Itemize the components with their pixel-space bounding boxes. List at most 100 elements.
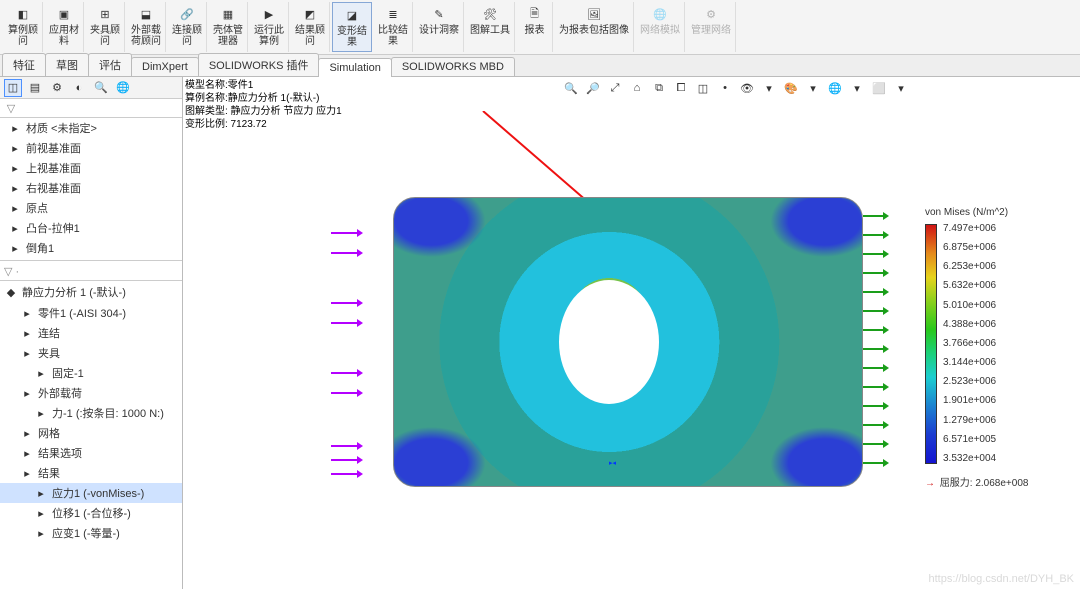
view-tool-11[interactable]: ▾ [804,79,822,97]
tree-item[interactable]: ▸固定-1 [0,363,182,383]
view-tool-15[interactable]: ▾ [892,79,910,97]
ribbon-item-14: 🌐网络模拟 [636,2,685,52]
fixture-arrow-icon [863,424,887,426]
ribbon-item-5[interactable]: ▦壳体管 理器 [209,2,248,52]
ribbon-item-12[interactable]: 🗎报表 [517,2,553,52]
tree-item[interactable]: ▸外部载荷 [0,383,182,403]
view-tool-2[interactable]: ⤢ [606,79,624,97]
stress-plot: ▸◂ [393,197,863,487]
view-tool-9[interactable]: ▾ [760,79,778,97]
fixtures-icon: ▸ [20,346,34,360]
view-tool-8[interactable]: 👁 [738,79,756,97]
graphics-viewport[interactable]: 模型名称:零件1算例名称:静应力分析 1(-默认-)图解类型: 静应力分析 节应… [183,77,1080,589]
view-tool-4[interactable]: ⧉ [650,79,668,97]
view-tool-14[interactable]: ⬜ [870,79,888,97]
legend-tick: 6.571e+005 [943,435,996,445]
fixture-arrow-icon [863,272,887,274]
tree-label: 材质 <未指定> [26,120,97,136]
ribbon-item-7[interactable]: ◩结果顾 问 [291,2,330,52]
view-tool-10[interactable]: 🎨 [782,79,800,97]
view-tool-0[interactable]: 🔍 [562,79,580,97]
view-tool-12[interactable]: 🌐 [826,79,844,97]
tree-label: 右视基准面 [26,180,81,196]
tree-item[interactable]: ▸右视基准面 [0,178,182,198]
material-icon: ▸ [8,121,22,135]
ribbon-item-3[interactable]: ⬓外部载 荷顾问 [127,2,166,52]
tree-item[interactable]: ▸连结 [0,323,182,343]
tab-simulation[interactable]: Simulation [318,58,391,77]
tree-item[interactable]: ▸ 夹具 [0,343,182,363]
tab-评估[interactable]: 评估 [88,53,132,76]
tab-dimxpert[interactable]: DimXpert [131,57,199,76]
view-tool-6[interactable]: ◫ [694,79,712,97]
ribbon-icon: ⬓ [136,4,156,24]
tree-item[interactable]: ▸应力1 (-vonMises-) [0,483,182,503]
fixture-arrow-icon [863,215,887,217]
view-tool-1[interactable]: 🔎 [584,79,602,97]
ribbon-item-1[interactable]: ▣应用材 料 [45,2,84,52]
ribbon-icon: ▶ [259,4,279,24]
ribbon-item-0[interactable]: ◧算例顾 问 [4,2,43,52]
tree-item[interactable]: ▸位移1 (-合位移-) [0,503,182,523]
ribbon-label: 管理网络 [691,25,731,36]
fixture-arrow-icon [863,405,887,407]
part-icon: ▸ [20,306,34,320]
ribbon-icon: 🌐 [650,4,670,24]
tab-solidworks-插件[interactable]: SOLIDWORKS 插件 [198,53,320,76]
ribbon-label: 报表 [525,25,545,36]
ribbon-item-9[interactable]: ≣比较结 果 [374,2,413,52]
tree-item[interactable]: ▸应变1 (-等量-) [0,523,182,543]
view-tool-3[interactable]: ⌂ [628,79,646,97]
tree-item[interactable]: ▸结果选项 [0,443,182,463]
legend-tick: 7.497e+006 [943,224,996,234]
fm-tab-5[interactable]: 🌐 [114,79,132,97]
feature-filter[interactable]: ▽ [0,99,182,118]
yield-arrow-icon: → [925,478,935,489]
feature-tree[interactable]: ▸材质 <未指定>▸前视基准面▸上视基准面▸右视基准面▸原点▸凸台-拉伸1▸倒角… [0,118,182,589]
force-icon: ▸ [34,406,48,420]
ribbon-icon: 🔗 [177,4,197,24]
tab-特征[interactable]: 特征 [2,53,46,76]
ribbon-label: 为报表包括图像 [559,25,629,36]
study-root[interactable]: ◆静应力分析 1 (-默认-) [0,281,182,303]
tree-item[interactable]: ▸力-1 (:按条目: 1000 N:) [0,403,182,423]
loads-icon: ▸ [20,386,34,400]
tree-item[interactable]: ▸结果 [0,463,182,483]
ribbon-item-10[interactable]: ✎设计洞察 [415,2,464,52]
tab-solidworks-mbd[interactable]: SOLIDWORKS MBD [391,57,515,76]
tree-label: 应变1 (-等量-) [52,525,120,541]
tree-item[interactable]: ▸零件1 (-AISI 304-) [0,303,182,323]
tree-item[interactable]: ▸凸台-拉伸1 [0,218,182,238]
study-filter[interactable]: ▽ · [0,263,182,281]
tree-item[interactable]: ▸倒角1 [0,238,182,258]
tree-item[interactable]: ▸前视基准面 [0,138,182,158]
fm-tab-3[interactable]: ◐ [70,79,88,97]
tree-label: 夹具 [38,345,60,361]
ribbon-item-8[interactable]: ◪变形结 果 [332,2,372,52]
force-arrow-icon [331,392,361,394]
tree-item[interactable]: ▸原点 [0,198,182,218]
fm-tab-1[interactable]: ▤ [26,79,44,97]
disp-icon: ▸ [34,506,48,520]
ribbon-icon: ◧ [13,4,33,24]
force-arrow-icon [331,473,361,475]
fm-tab-0[interactable]: ◫ [4,79,22,97]
legend-tick: 3.532e+004 [943,454,996,464]
triad-icon: ▸◂ [609,459,616,467]
tree-item[interactable]: ▸上视基准面 [0,158,182,178]
tree-label: 原点 [26,200,48,216]
ribbon-item-6[interactable]: ▶运行此 算例 [250,2,289,52]
tab-草图[interactable]: 草图 [45,53,89,76]
stress-icon: ▸ [34,486,48,500]
view-tool-5[interactable]: ⧠ [672,79,690,97]
ribbon-item-11[interactable]: 🛠图解工具 [466,2,515,52]
tree-item[interactable]: ▸ 材质 <未指定> [0,118,182,138]
fm-tab-4[interactable]: 🔍 [92,79,110,97]
tree-item[interactable]: ▸网格 [0,423,182,443]
ribbon-item-13[interactable]: 🖼为报表包括图像 [555,2,634,52]
ribbon-item-4[interactable]: 🔗连接顾 问 [168,2,207,52]
ribbon-item-2[interactable]: ⊞夹具顾 问 [86,2,125,52]
view-tool-7[interactable]: • [716,79,734,97]
view-tool-13[interactable]: ▾ [848,79,866,97]
fm-tab-2[interactable]: ⚙ [48,79,66,97]
